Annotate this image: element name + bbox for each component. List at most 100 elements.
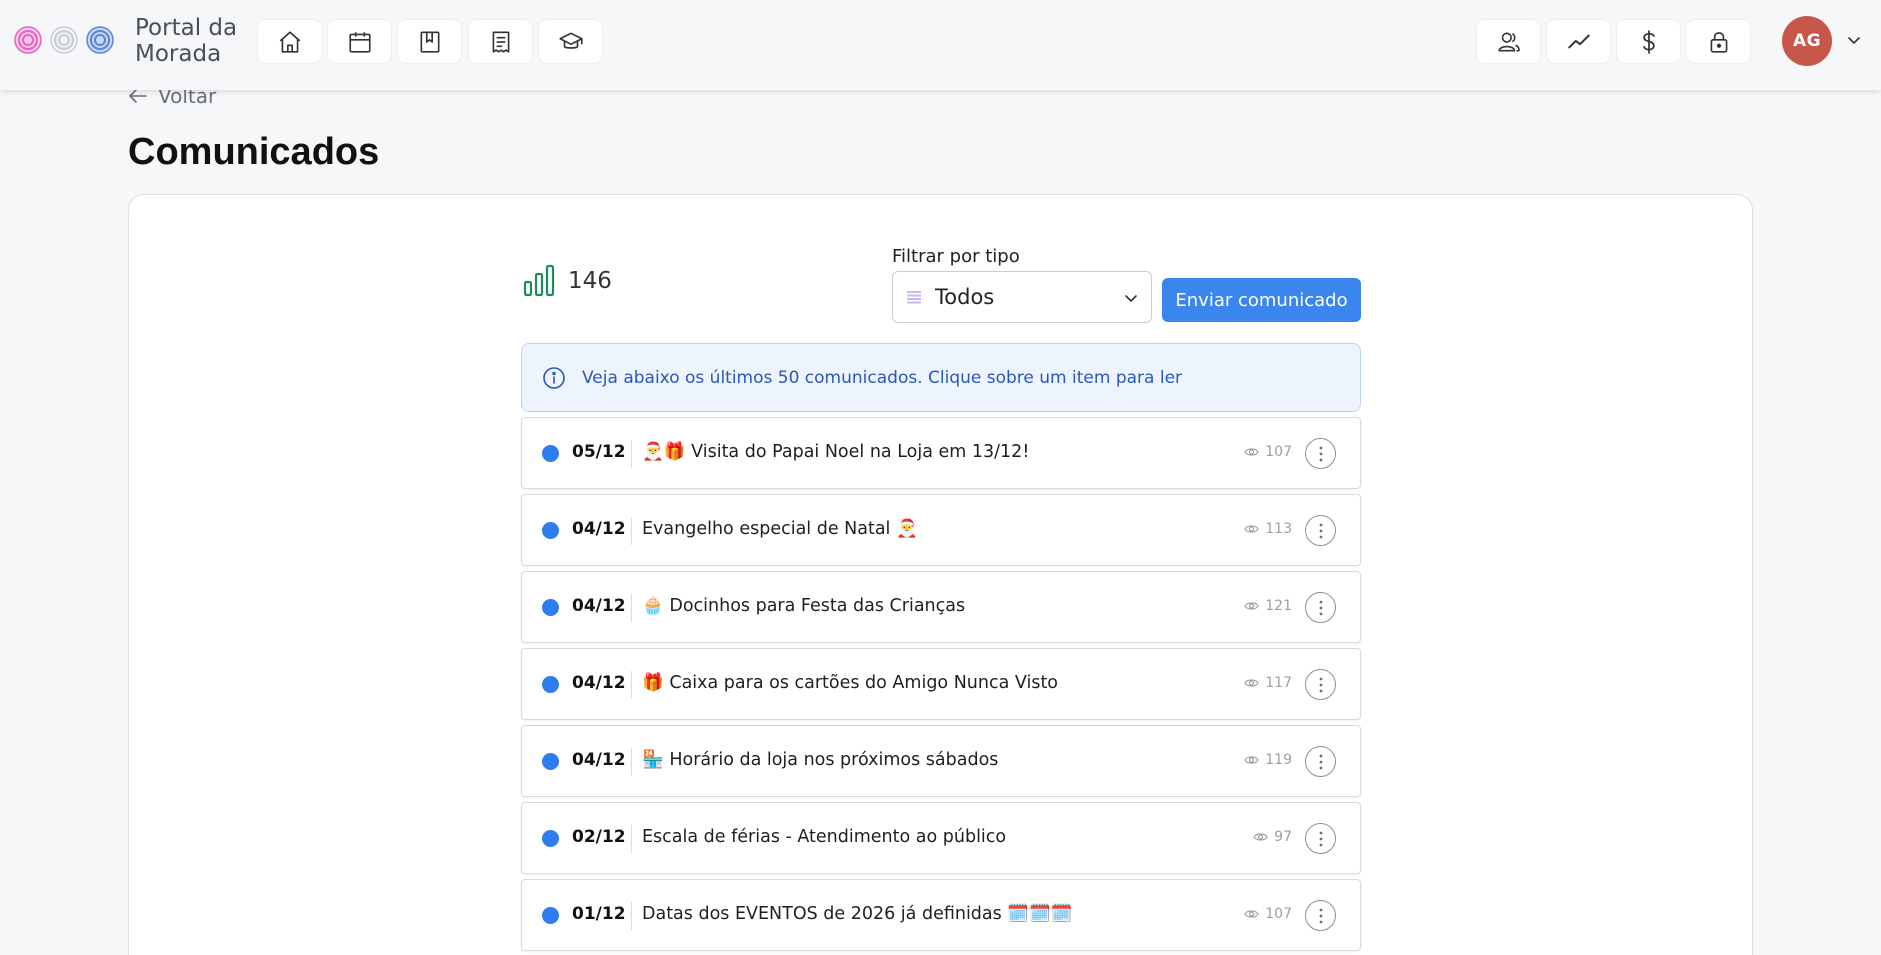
more-options-button[interactable] bbox=[1305, 900, 1336, 931]
announcement-row[interactable]: 02/12 Escala de férias - Atendimento ao … bbox=[521, 802, 1361, 874]
views-count: 119 bbox=[1244, 752, 1292, 768]
more-options-button[interactable] bbox=[1305, 823, 1336, 854]
views-number: 119 bbox=[1265, 752, 1292, 768]
nav-users-button[interactable] bbox=[1477, 20, 1540, 63]
more-vertical-icon bbox=[1319, 831, 1322, 846]
more-options-button[interactable] bbox=[1305, 746, 1336, 777]
avatar[interactable]: AG bbox=[1782, 16, 1832, 66]
nav-stats-button[interactable] bbox=[1547, 20, 1610, 63]
announcement-title: 🎅🎁 Visita do Papai Noel na Loja em 13/12… bbox=[642, 442, 1030, 462]
more-vertical-icon bbox=[1319, 677, 1322, 692]
brand-line-1: Portal da bbox=[135, 15, 238, 41]
bar-chart-icon bbox=[523, 264, 555, 297]
divider bbox=[631, 517, 632, 545]
users-icon bbox=[1497, 32, 1520, 51]
announcement-title: 🧁 Docinhos para Festa das Crianças bbox=[642, 596, 966, 616]
bookmark-icon bbox=[420, 30, 439, 53]
announcement-title: Escala de férias - Atendimento ao públic… bbox=[642, 827, 1007, 847]
dollar-icon bbox=[1642, 29, 1655, 54]
nav-graduation-button[interactable] bbox=[539, 20, 602, 63]
chevron-down-icon bbox=[1125, 295, 1137, 303]
stats-summary: 146 bbox=[523, 264, 612, 297]
more-vertical-icon bbox=[1319, 523, 1322, 538]
views-number: 97 bbox=[1274, 829, 1292, 845]
views-number: 121 bbox=[1265, 598, 1292, 614]
brand-line-2: Morada bbox=[135, 41, 222, 67]
more-options-button[interactable] bbox=[1305, 438, 1336, 469]
announcement-row[interactable]: 05/12 🎅🎁 Visita do Papai Noel na Loja em… bbox=[521, 417, 1361, 489]
views-count: 97 bbox=[1253, 829, 1292, 845]
divider bbox=[631, 825, 632, 853]
chart-line-icon bbox=[1567, 34, 1590, 48]
nav-finance-button[interactable] bbox=[1617, 20, 1680, 63]
unread-dot bbox=[542, 907, 559, 924]
views-number: 107 bbox=[1265, 444, 1292, 460]
views-count: 107 bbox=[1244, 444, 1292, 460]
views-count: 113 bbox=[1244, 521, 1292, 537]
info-icon bbox=[543, 366, 565, 389]
announcement-date: 04/12 bbox=[572, 750, 626, 770]
more-options-button[interactable] bbox=[1305, 515, 1336, 546]
brand-name[interactable]: Portal da Morada bbox=[135, 15, 237, 67]
nav-calendar-button[interactable] bbox=[328, 20, 391, 63]
nav-home-button[interactable] bbox=[258, 20, 321, 63]
more-options-button[interactable] bbox=[1305, 669, 1336, 700]
divider bbox=[631, 594, 632, 622]
send-announcement-button[interactable]: Enviar comunicado bbox=[1162, 278, 1361, 322]
announcement-row[interactable]: 04/12 🎁 Caixa para os cartões do Amigo N… bbox=[521, 648, 1361, 720]
divider bbox=[631, 748, 632, 776]
announcement-date: 02/12 bbox=[572, 827, 626, 847]
announcement-title: 🏪 Horário da loja nos próximos sábados bbox=[642, 750, 999, 770]
unread-dot bbox=[542, 676, 559, 693]
announcement-date: 01/12 bbox=[572, 904, 626, 924]
eye-icon bbox=[1244, 602, 1259, 610]
unread-dot bbox=[542, 753, 559, 770]
nav-bookmark-button[interactable] bbox=[398, 20, 461, 63]
info-text: Veja abaixo os últimos 50 comunicados. C… bbox=[582, 367, 1183, 388]
divider bbox=[631, 902, 632, 930]
views-number: 117 bbox=[1265, 675, 1292, 691]
list-icon bbox=[907, 291, 921, 304]
announcement-date: 04/12 bbox=[572, 673, 626, 693]
home-icon bbox=[279, 30, 300, 53]
filter-label: Filtrar por tipo bbox=[892, 246, 1020, 267]
calendar-icon bbox=[348, 31, 371, 53]
unread-dot bbox=[542, 522, 559, 539]
views-number: 107 bbox=[1265, 906, 1292, 922]
announcement-row[interactable]: 04/12 Evangelho especial de Natal 🎅 113 bbox=[521, 494, 1361, 566]
announcement-title: 🎁 Caixa para os cartões do Amigo Nunca V… bbox=[642, 673, 1059, 693]
filter-selected-value: Todos bbox=[935, 285, 995, 309]
announcement-row[interactable]: 04/12 🧁 Docinhos para Festa das Crianças… bbox=[521, 571, 1361, 643]
announcement-list: 05/12 🎅🎁 Visita do Papai Noel na Loja em… bbox=[521, 417, 1361, 955]
eye-icon bbox=[1244, 679, 1259, 687]
stats-count: 146 bbox=[568, 267, 612, 294]
nav-receipt-button[interactable] bbox=[469, 20, 532, 63]
announcement-title: Evangelho especial de Natal 🎅 bbox=[642, 519, 918, 539]
filter-type-select[interactable]: Todos bbox=[892, 271, 1152, 323]
eye-icon bbox=[1253, 833, 1268, 841]
views-number: 113 bbox=[1265, 521, 1292, 537]
announcement-row[interactable]: 04/12 🏪 Horário da loja nos próximos sáb… bbox=[521, 725, 1361, 797]
avatar-initials: AG bbox=[1792, 31, 1822, 51]
unread-dot bbox=[542, 830, 559, 847]
announcement-date: 04/12 bbox=[572, 519, 626, 539]
more-options-button[interactable] bbox=[1305, 592, 1336, 623]
divider bbox=[631, 440, 632, 468]
views-count: 121 bbox=[1244, 598, 1292, 614]
page-title: Comunicados bbox=[128, 131, 380, 173]
more-vertical-icon bbox=[1319, 446, 1322, 461]
eye-icon bbox=[1244, 448, 1259, 456]
logo[interactable] bbox=[12, 24, 116, 56]
more-vertical-icon bbox=[1319, 908, 1322, 923]
rose-blue-icon bbox=[86, 26, 114, 54]
more-vertical-icon bbox=[1319, 600, 1322, 615]
rose-pink-icon bbox=[14, 26, 42, 54]
chevron-down-icon[interactable] bbox=[1846, 32, 1862, 48]
eye-icon bbox=[1244, 525, 1259, 533]
views-count: 117 bbox=[1244, 675, 1292, 691]
unread-dot bbox=[542, 445, 559, 462]
nav-lock-button[interactable] bbox=[1687, 20, 1750, 63]
announcement-date: 04/12 bbox=[572, 596, 626, 616]
announcement-date: 05/12 bbox=[572, 442, 626, 462]
announcement-row[interactable]: 01/12 Datas dos EVENTOS de 2026 já defin… bbox=[521, 879, 1361, 951]
